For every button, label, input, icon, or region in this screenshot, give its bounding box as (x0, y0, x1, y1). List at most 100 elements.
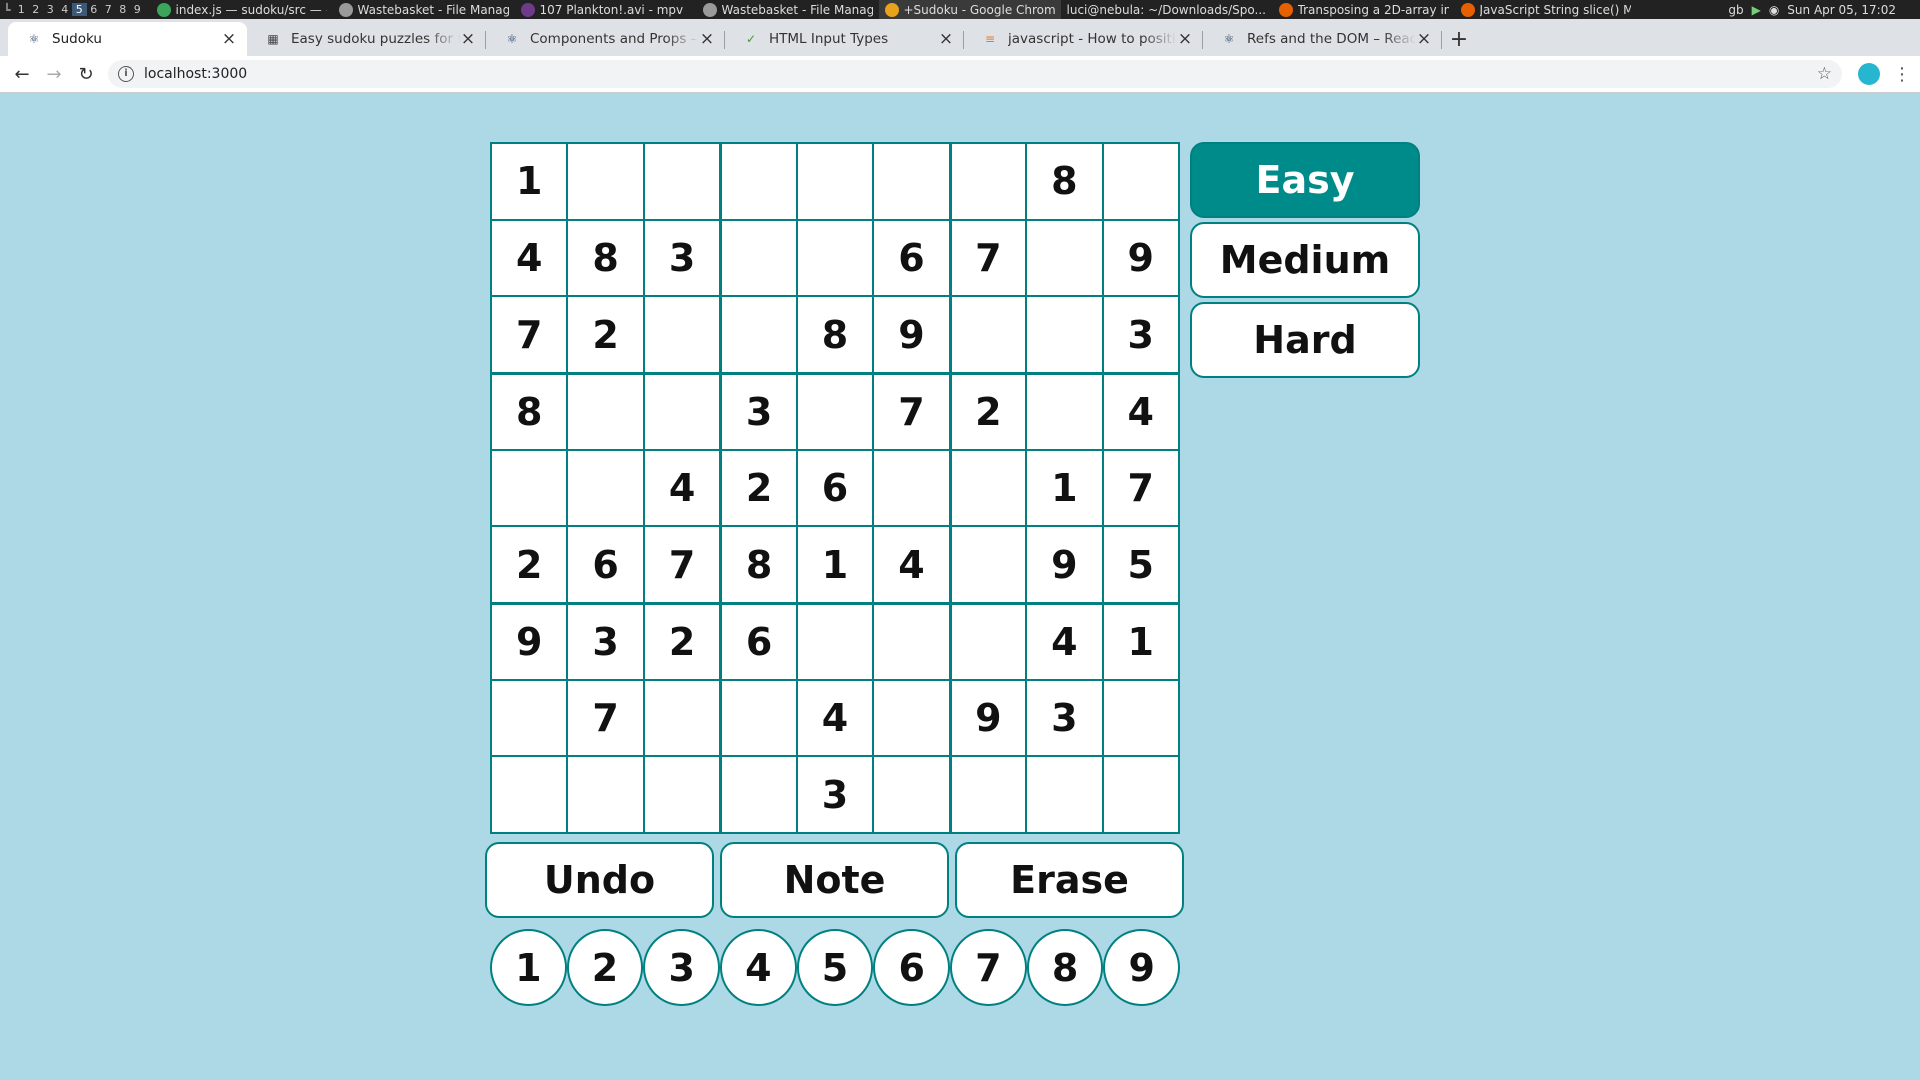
discord-icon[interactable]: ◉ (1769, 3, 1779, 17)
board-cell[interactable]: 2 (567, 296, 644, 373)
board-cell[interactable]: 7 (949, 219, 1027, 297)
board-cell[interactable] (949, 296, 1027, 373)
workspace-9[interactable]: 9 (130, 3, 145, 16)
tab-close-icon[interactable]: × (1416, 29, 1432, 49)
board-cell[interactable]: 1 (796, 526, 874, 603)
workspace-1[interactable]: 1 (14, 3, 29, 16)
board-cell[interactable] (643, 679, 721, 757)
board-cell[interactable]: 3 (720, 372, 797, 450)
board-cell[interactable] (796, 143, 874, 220)
workspace-5[interactable]: 5 (72, 3, 87, 16)
board-cell[interactable] (1026, 372, 1103, 450)
board-cell[interactable] (873, 143, 950, 220)
difficulty-medium-button[interactable]: Medium (1190, 222, 1420, 298)
browser-tab[interactable]: ▦ Easy sudoku puzzles for free× (247, 22, 486, 56)
board-cell[interactable] (720, 296, 797, 373)
browser-tab[interactable]: ⚛ Refs and the DOM – React × (1203, 22, 1442, 56)
number-1-button[interactable]: 1 (490, 929, 567, 1006)
board-cell[interactable]: 6 (873, 219, 950, 297)
board-cell[interactable]: 7 (643, 526, 721, 603)
number-7-button[interactable]: 7 (950, 929, 1027, 1006)
number-5-button[interactable]: 5 (796, 929, 874, 1006)
board-cell[interactable] (796, 372, 874, 450)
tab-close-icon[interactable]: × (699, 29, 715, 49)
bookmark-star-icon[interactable]: ☆ (1817, 64, 1832, 84)
board-cell[interactable] (949, 449, 1027, 527)
board-cell[interactable]: 2 (949, 372, 1027, 450)
board-cell[interactable]: 1 (1102, 602, 1179, 680)
workspace-3[interactable]: 3 (43, 3, 58, 16)
number-4-button[interactable]: 4 (720, 929, 797, 1006)
address-bar[interactable]: i localhost:3000 ☆ (108, 60, 1842, 88)
board-cell[interactable] (949, 756, 1027, 833)
difficulty-hard-button[interactable]: Hard (1190, 302, 1420, 378)
board-cell[interactable]: 7 (491, 296, 568, 373)
new-tab-button[interactable]: + (1442, 22, 1476, 56)
board-cell[interactable]: 8 (796, 296, 874, 373)
board-cell[interactable]: 7 (1102, 449, 1179, 527)
board-cell[interactable]: 7 (873, 372, 950, 450)
reload-button[interactable]: ↻ (70, 58, 102, 90)
board-cell[interactable] (1102, 143, 1179, 220)
board-cell[interactable] (491, 756, 568, 833)
erase-button[interactable]: Erase (955, 842, 1184, 918)
board-cell[interactable]: 4 (796, 679, 874, 757)
browser-tab[interactable]: ⚛ Sudoku × (8, 22, 247, 56)
taskbar-window[interactable]: JavaScript String slice() Met... (1455, 0, 1637, 19)
board-cell[interactable] (643, 372, 721, 450)
board-cell[interactable] (949, 526, 1027, 603)
board-cell[interactable]: 1 (491, 143, 568, 220)
board-cell[interactable]: 3 (1026, 679, 1103, 757)
board-cell[interactable] (1026, 296, 1103, 373)
number-2-button[interactable]: 2 (566, 929, 644, 1006)
board-cell[interactable] (1102, 756, 1179, 833)
board-cell[interactable]: 3 (1102, 296, 1179, 373)
board-cell[interactable]: 6 (796, 449, 874, 527)
board-cell[interactable]: 6 (720, 602, 797, 680)
board-cell[interactable] (873, 602, 950, 680)
tab-close-icon[interactable]: × (938, 29, 954, 49)
board-cell[interactable] (491, 679, 568, 757)
board-cell[interactable] (567, 756, 644, 833)
board-cell[interactable]: 9 (1102, 219, 1179, 297)
board-cell[interactable] (567, 143, 644, 220)
keyboard-layout[interactable]: gb (1728, 3, 1743, 17)
undo-button[interactable]: Undo (485, 842, 714, 918)
board-cell[interactable]: 5 (1102, 526, 1179, 603)
number-6-button[interactable]: 6 (873, 929, 951, 1006)
board-cell[interactable]: 6 (567, 526, 644, 603)
board-cell[interactable]: 9 (873, 296, 950, 373)
board-cell[interactable]: 9 (949, 679, 1027, 757)
board-cell[interactable] (1026, 219, 1103, 297)
tab-close-icon[interactable]: × (460, 29, 476, 49)
tab-close-icon[interactable]: × (1177, 29, 1193, 49)
browser-menu-icon[interactable]: ⋮ (1890, 64, 1914, 85)
browser-tab[interactable]: ≡ javascript - How to position × (964, 22, 1203, 56)
forward-button[interactable]: → (38, 58, 70, 90)
number-8-button[interactable]: 8 (1026, 929, 1104, 1006)
board-cell[interactable]: 8 (720, 526, 797, 603)
taskbar-window[interactable]: Wastebasket - File Manager (697, 0, 879, 19)
board-cell[interactable] (796, 219, 874, 297)
taskbar-window[interactable]: luci@nebula: ~/Downloads/Spo... (1061, 0, 1273, 19)
browser-tab[interactable]: ✓ HTML Input Types × (725, 22, 964, 56)
board-cell[interactable]: 7 (567, 679, 644, 757)
profile-avatar[interactable] (1858, 63, 1880, 85)
board-cell[interactable] (873, 449, 950, 527)
board-cell[interactable] (643, 296, 721, 373)
launcher-icon[interactable]: ┗ (0, 0, 14, 19)
number-3-button[interactable]: 3 (643, 929, 721, 1006)
board-cell[interactable] (643, 756, 721, 833)
board-cell[interactable]: 2 (643, 602, 721, 680)
taskbar-window[interactable]: 107 Plankton!.avi - mpv (515, 0, 697, 19)
board-cell[interactable] (796, 602, 874, 680)
board-cell[interactable]: 4 (643, 449, 721, 527)
board-cell[interactable]: 9 (491, 602, 568, 680)
board-cell[interactable] (1026, 756, 1103, 833)
taskbar-window[interactable]: Wastebasket - File Manager (333, 0, 515, 19)
board-cell[interactable]: 4 (1102, 372, 1179, 450)
board-cell[interactable] (567, 372, 644, 450)
workspace-6[interactable]: 6 (87, 3, 102, 16)
board-cell[interactable]: 4 (491, 219, 568, 297)
board-cell[interactable] (720, 756, 797, 833)
